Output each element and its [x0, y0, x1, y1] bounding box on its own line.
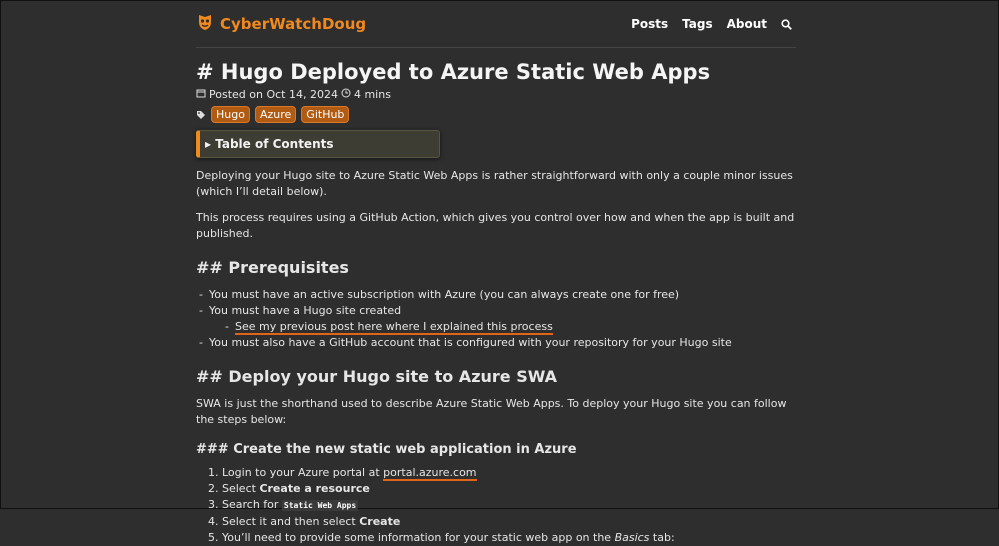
step-code: Static Web Apps	[281, 500, 359, 511]
tag-github[interactable]: GitHub	[301, 106, 350, 123]
step-text: Select it and then select	[222, 515, 360, 528]
step-bold: Create	[359, 515, 401, 528]
tag-hugo[interactable]: Hugo	[211, 106, 250, 123]
watchdog-logo-icon	[196, 13, 214, 35]
calendar-icon	[196, 88, 206, 101]
tag-azure[interactable]: Azure	[254, 106, 297, 123]
step-text: Select	[222, 482, 260, 495]
tag-icon	[196, 105, 206, 124]
list-item: See my previous post here where I explai…	[222, 319, 796, 335]
site-logo[interactable]: CyberWatchDoug	[196, 13, 366, 35]
nav-posts[interactable]: Posts	[631, 17, 668, 31]
step-item: Search for Static Web Apps	[222, 497, 796, 514]
post-meta: Posted on Oct 14, 2024 4 mins	[196, 88, 796, 101]
prerequisites-list: You must have an active subscription wit…	[196, 287, 796, 351]
post-date: Posted on Oct 14, 2024	[209, 88, 338, 101]
deploy-paragraph: SWA is just the shorthand used to descri…	[196, 397, 787, 426]
post-title: # Hugo Deployed to Azure Static Web Apps	[196, 60, 711, 84]
table-of-contents-toggle[interactable]: ▸ Table of Contents	[196, 130, 440, 158]
step-item: You’ll need to provide some information …	[222, 530, 796, 546]
site-title[interactable]: CyberWatchDoug	[220, 15, 366, 33]
heading-create-app: ### Create the new static web applicatio…	[196, 442, 577, 457]
search-icon[interactable]	[781, 15, 792, 34]
step-text: Login to your Azure portal at	[222, 466, 384, 479]
steps-list: Login to your Azure portal at portal.azu…	[196, 465, 796, 546]
heading-deploy: ## Deploy your Hugo site to Azure SWA	[196, 367, 558, 386]
step-text: Search for	[222, 498, 282, 511]
step-item: Select it and then select Create	[222, 514, 796, 530]
intro-paragraph-2: This process requires using a GitHub Act…	[196, 211, 795, 240]
nav-tags[interactable]: Tags	[682, 17, 712, 31]
tag-list: Hugo Azure GitHub	[196, 105, 796, 124]
read-time: 4 mins	[353, 88, 391, 101]
main-nav: Posts Tags About	[631, 15, 792, 34]
clock-icon	[341, 88, 351, 101]
nested-list: See my previous post here where I explai…	[209, 319, 796, 335]
list-item: You must have a Hugo site created See my…	[196, 303, 796, 335]
step-bold: Create a resource	[259, 482, 370, 495]
step-em: Basics	[614, 531, 650, 544]
intro-paragraph-1: Deploying your Hugo site to Azure Static…	[196, 169, 793, 198]
nav-about[interactable]: About	[727, 17, 767, 31]
page-container: CyberWatchDoug Posts Tags About # Hugo D…	[196, 1, 796, 546]
step-item: Select Create a resource	[222, 481, 796, 497]
list-item: You must have an active subscription wit…	[196, 287, 796, 303]
step-text: tab:	[649, 531, 675, 544]
list-item: You must also have a GitHub account that…	[196, 335, 796, 351]
step-text: You’ll need to provide some information …	[222, 531, 615, 544]
list-item-text: You must have a Hugo site created	[209, 304, 402, 317]
previous-post-link[interactable]: See my previous post here where I explai…	[235, 320, 553, 335]
site-header: CyberWatchDoug Posts Tags About	[196, 1, 796, 48]
step-item: Login to your Azure portal at portal.azu…	[222, 465, 796, 481]
azure-portal-link[interactable]: portal.azure.com	[383, 466, 477, 481]
heading-prerequisites: ## Prerequisites	[196, 258, 349, 277]
